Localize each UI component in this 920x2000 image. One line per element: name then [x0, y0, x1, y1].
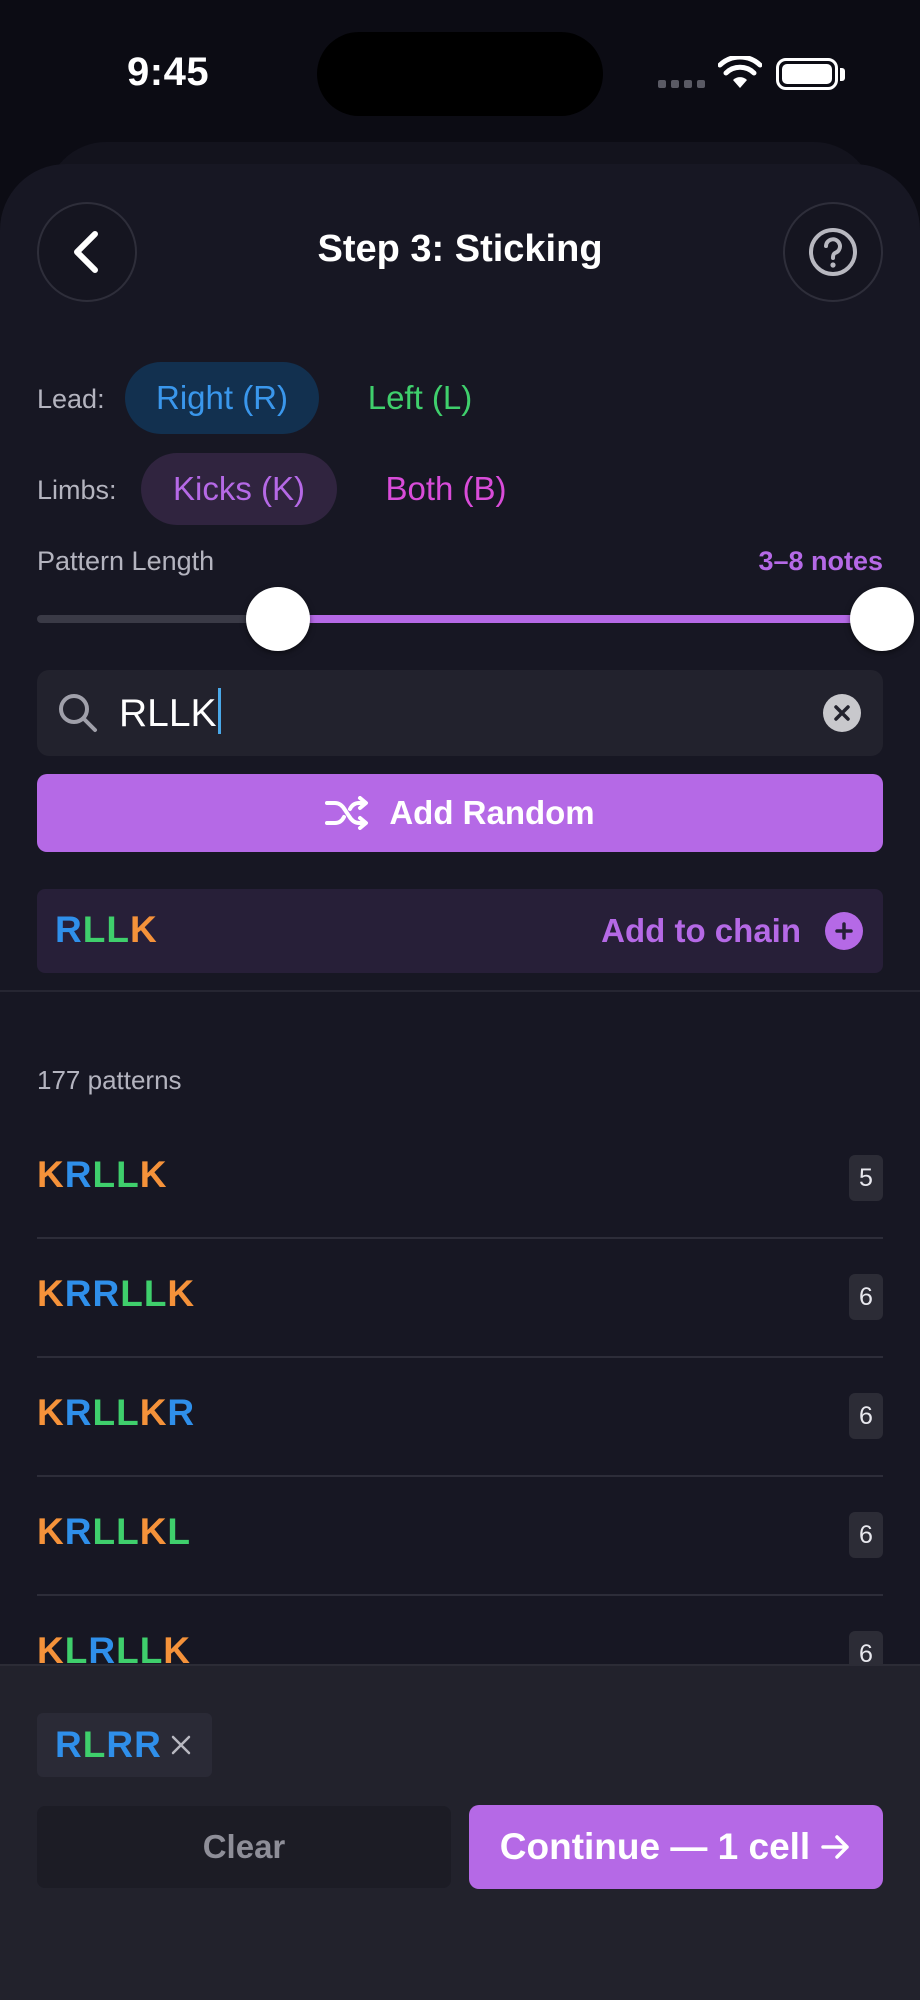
- pattern-length-badge: 6: [849, 1393, 883, 1439]
- limbs-label: Limbs:: [37, 475, 117, 505]
- dynamic-island: [317, 32, 603, 116]
- screen: 9:45 Step 3: Sticking Lead: Right (R) Le…: [0, 0, 920, 2000]
- battery-icon: [776, 58, 838, 90]
- plus-icon: [835, 922, 853, 940]
- add-to-chain-row[interactable]: RLLK Add to chain: [37, 889, 883, 973]
- question-circle-icon: [809, 228, 857, 276]
- pattern-name: KRLLK: [37, 1154, 168, 1195]
- clear-button[interactable]: Clear: [37, 1806, 451, 1888]
- search-input-value[interactable]: RLLK: [119, 688, 221, 736]
- section-divider: [0, 990, 920, 992]
- chain-footer: RLRR Clear Continue — 1 cell: [0, 1664, 920, 2000]
- arrow-right-icon: [821, 1835, 849, 1859]
- pattern-name: KRRLLK: [37, 1273, 196, 1314]
- chain-item-chip[interactable]: RLRR: [37, 1713, 212, 1777]
- continue-label: Continue — 1 cell: [499, 1826, 811, 1867]
- pattern-name: KRLLKL: [37, 1511, 192, 1552]
- cellular-signal-icon: [658, 80, 705, 88]
- pattern-length-value: 3–8 notes: [758, 546, 883, 576]
- battery-nub: [840, 68, 845, 81]
- remove-icon[interactable]: [168, 1732, 194, 1758]
- limbs-both-chip[interactable]: Both (B): [358, 453, 534, 525]
- add-random-label: Add Random: [389, 794, 595, 831]
- list-item[interactable]: KRLLKL 6: [37, 1478, 883, 1596]
- list-item[interactable]: KRLLKR 6: [37, 1359, 883, 1477]
- pattern-length-label: Pattern Length: [37, 546, 215, 576]
- pattern-length-min-thumb[interactable]: [246, 587, 310, 651]
- add-to-chain-button[interactable]: [825, 912, 863, 950]
- text-caret: [217, 688, 221, 734]
- pattern-name: KRLLKR: [37, 1392, 196, 1433]
- page-title: Step 3: Sticking: [317, 228, 603, 270]
- pattern-count: 177 patterns: [37, 1065, 182, 1095]
- pattern-length-range-fill: [277, 615, 882, 623]
- chain-item-pattern: RLRR: [55, 1724, 162, 1765]
- list-item[interactable]: KRRLLK 6: [37, 1240, 883, 1358]
- pattern-length-badge: 6: [849, 1274, 883, 1320]
- search-icon: [59, 694, 97, 732]
- add-to-chain-label: Add to chain: [601, 912, 801, 949]
- close-icon: [834, 705, 850, 721]
- pattern-length-badge: 5: [849, 1155, 883, 1201]
- status-time: 9:45: [127, 50, 210, 94]
- help-button[interactable]: [783, 202, 883, 302]
- lead-label: Lead:: [37, 384, 105, 414]
- pattern-search-field[interactable]: RLLK: [37, 670, 883, 756]
- preview-pattern: RLLK: [55, 909, 158, 950]
- add-random-button[interactable]: Add Random: [37, 774, 883, 852]
- pattern-length-badge: 6: [849, 1512, 883, 1558]
- limbs-kicks-chip[interactable]: Kicks (K): [141, 453, 337, 525]
- lead-left-chip[interactable]: Left (L): [335, 362, 505, 434]
- pattern-length-max-thumb[interactable]: [850, 587, 914, 651]
- lead-right-chip[interactable]: Right (R): [125, 362, 319, 434]
- continue-button[interactable]: Continue — 1 cell: [469, 1805, 883, 1889]
- shuffle-icon: [325, 796, 369, 830]
- status-bar: 9:45: [0, 0, 920, 150]
- clear-search-button[interactable]: [823, 694, 861, 732]
- list-item[interactable]: KRLLK 5: [37, 1121, 883, 1239]
- wifi-icon: [718, 56, 762, 88]
